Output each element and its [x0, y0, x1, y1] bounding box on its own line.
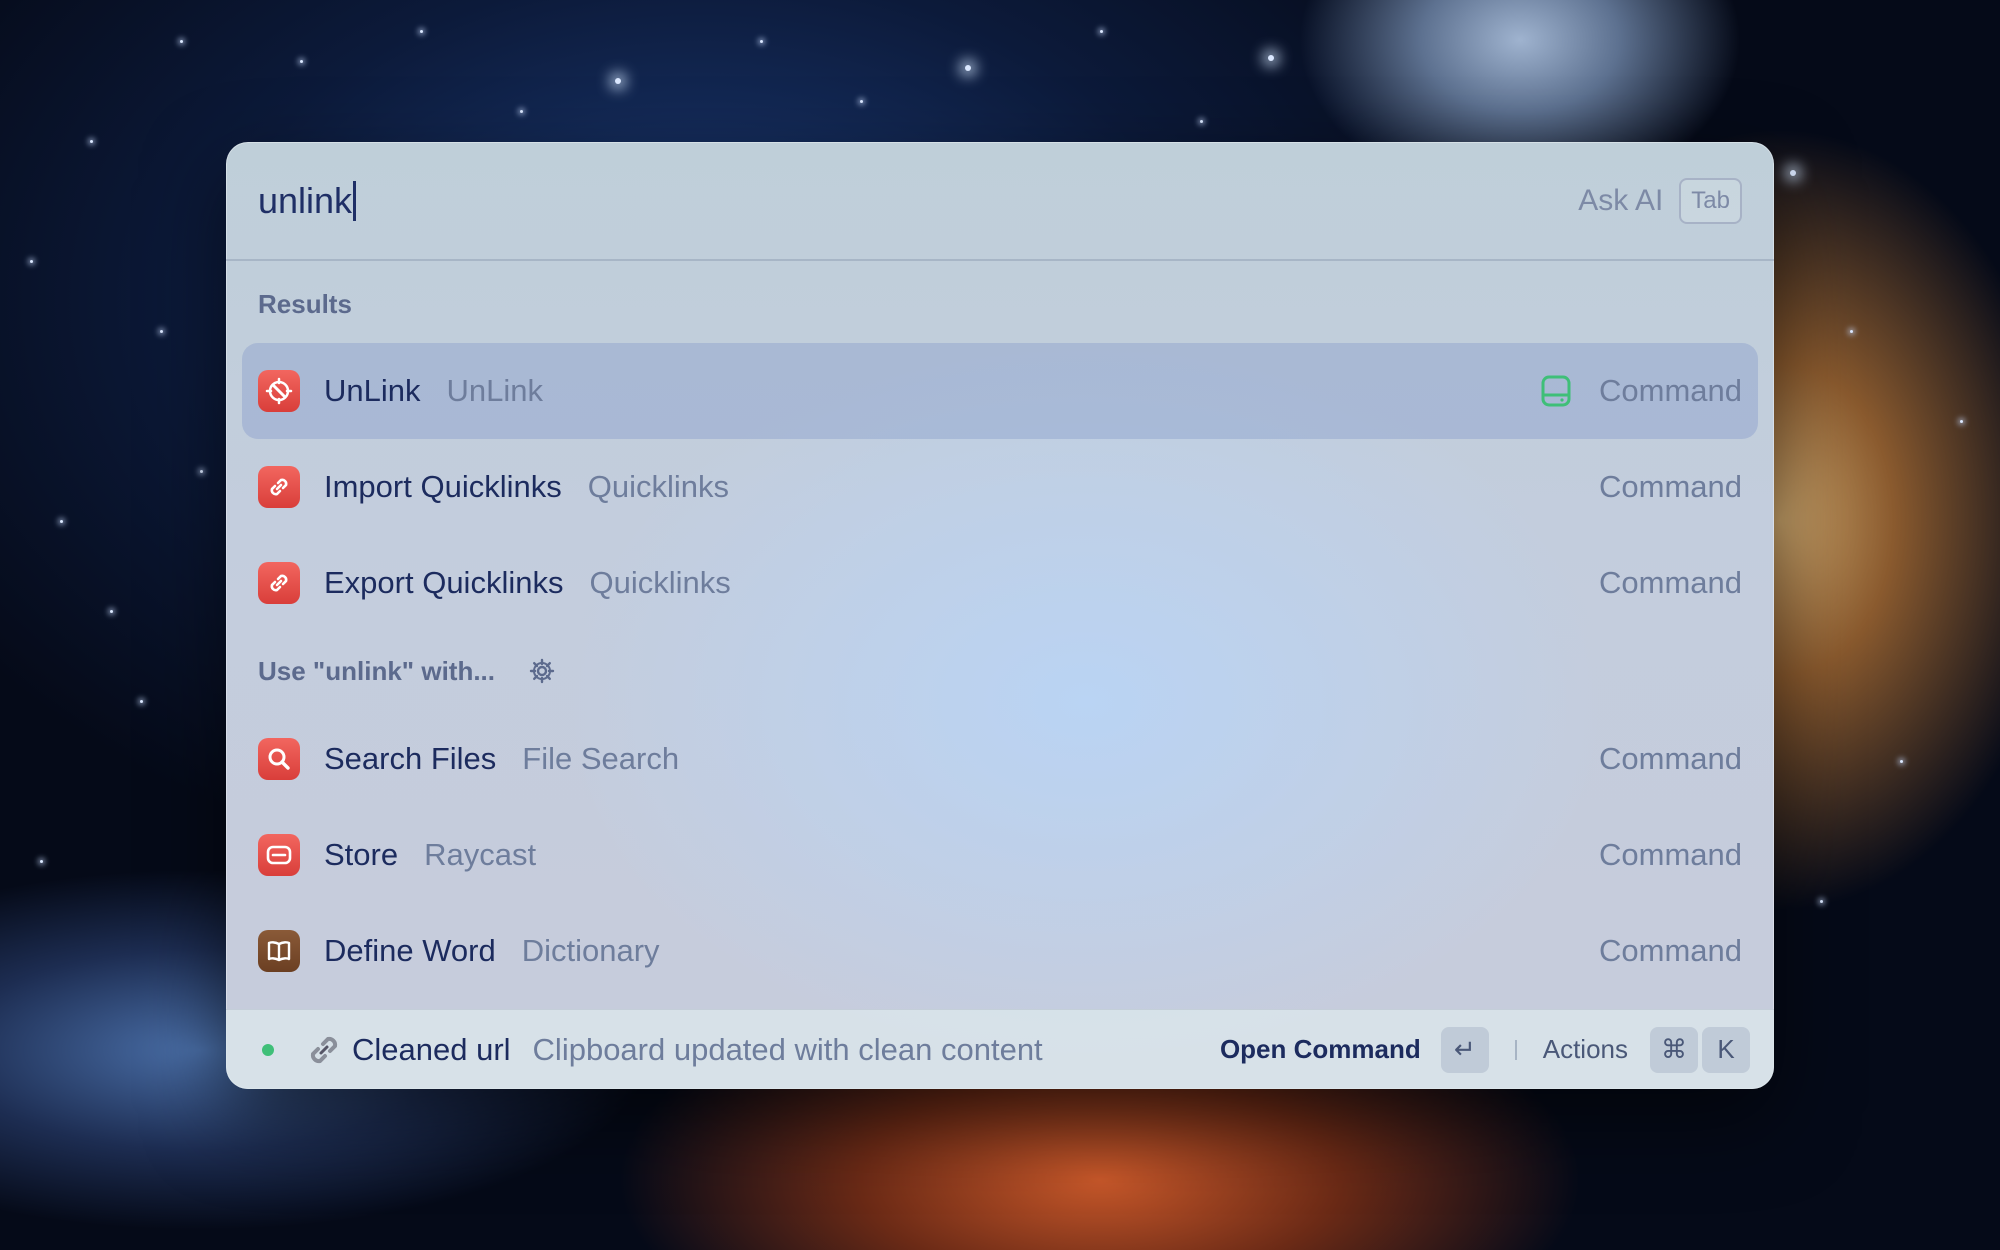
text-caret — [353, 180, 357, 221]
toast-message: Clipboard updated with clean content — [532, 1031, 1043, 1067]
fallback-row-store[interactable]: Store Raycast Command — [242, 807, 1758, 903]
command-key-hint: ⌘ — [1650, 1026, 1698, 1073]
search-input[interactable]: unlink — [258, 180, 1578, 222]
result-title: UnLink — [324, 373, 421, 408]
result-type: Command — [1599, 469, 1742, 504]
unlink-app-icon — [258, 370, 300, 412]
fallback-row-search-files[interactable]: Search Files File Search Command — [242, 711, 1758, 807]
result-type: Command — [1599, 373, 1742, 408]
link-icon — [310, 1036, 338, 1063]
result-title: Export Quicklinks — [324, 565, 564, 600]
command-palette: unlink Ask AI Tab Results UnLink UnLink … — [226, 142, 1774, 1089]
fallback-type: Command — [1599, 933, 1742, 968]
drive-icon — [1541, 375, 1571, 407]
result-row-export-quicklinks[interactable]: Export Quicklinks Quicklinks Command — [242, 535, 1758, 631]
quicklink-icon — [258, 466, 300, 508]
result-row-import-quicklinks[interactable]: Import Quicklinks Quicklinks Command — [242, 439, 1758, 535]
fallback-section-label: Use "unlink" with... — [258, 655, 496, 686]
result-row-unlink[interactable]: UnLink UnLink Command — [242, 343, 1758, 439]
fallback-section-header: Use "unlink" with... — [226, 631, 1774, 711]
fallback-type: Command — [1599, 837, 1742, 872]
result-type: Command — [1599, 565, 1742, 600]
divider — [1514, 1039, 1517, 1060]
fallback-title: Define Word — [324, 933, 496, 968]
gear-icon[interactable] — [529, 658, 555, 684]
result-subtitle: Quicklinks — [589, 565, 731, 600]
search-icon — [258, 738, 300, 780]
search-bar: unlink Ask AI Tab — [226, 142, 1774, 261]
search-query: unlink — [258, 179, 353, 221]
results-section-label: Results — [258, 288, 352, 319]
actions-button[interactable]: Actions — [1543, 1034, 1628, 1065]
k-key-hint: K — [1702, 1026, 1750, 1073]
ask-ai-button[interactable]: Ask AI — [1578, 184, 1663, 218]
open-command-button[interactable]: Open Command — [1220, 1034, 1421, 1065]
fallback-row-define-word[interactable]: Define Word Dictionary Command — [242, 903, 1758, 999]
result-title: Import Quicklinks — [324, 469, 562, 504]
toast-title: Cleaned url — [352, 1031, 511, 1067]
fallback-title: Search Files — [324, 741, 497, 776]
results-section-header: Results — [226, 261, 1774, 343]
book-icon — [258, 930, 300, 972]
fallback-type: Command — [1599, 741, 1742, 776]
fallback-subtitle: Raycast — [424, 837, 537, 872]
tab-key-hint: Tab — [1679, 177, 1742, 224]
fallback-title: Store — [324, 837, 399, 872]
fallback-subtitle: Dictionary — [521, 933, 660, 968]
status-dot — [262, 1043, 274, 1056]
fallback-subtitle: File Search — [522, 741, 680, 776]
enter-key-hint: ↵ — [1440, 1026, 1489, 1073]
action-bar: Cleaned url Clipboard updated with clean… — [226, 1009, 1774, 1089]
result-subtitle: UnLink — [446, 373, 544, 408]
store-icon — [258, 834, 300, 876]
quicklink-icon — [258, 562, 300, 604]
result-subtitle: Quicklinks — [587, 469, 729, 504]
